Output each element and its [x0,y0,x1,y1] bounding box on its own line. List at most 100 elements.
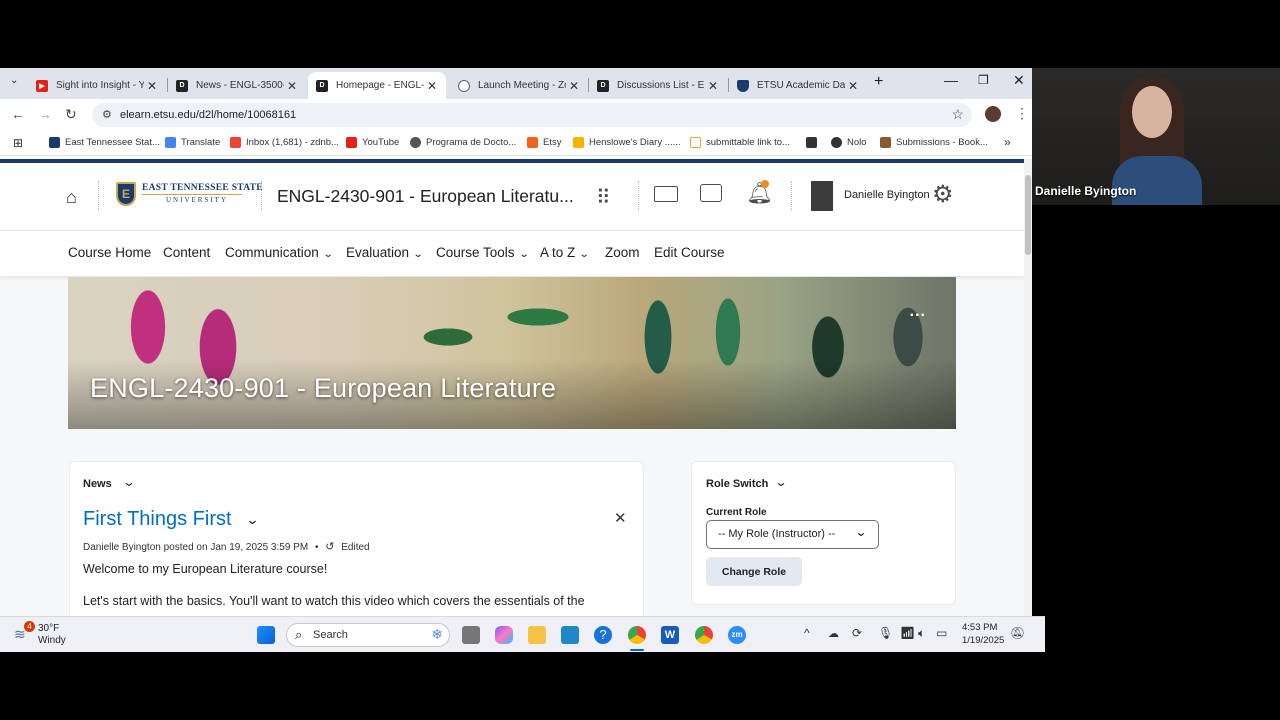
close-tab-icon[interactable]: ✕ [284,79,300,93]
video-participant-tile: Danielle Byington [1032,68,1280,205]
nav-a-to-z[interactable]: A to Z ⌄ [540,245,590,260]
bookmark-etsy[interactable]: Etsy [527,137,561,148]
profile-avatar-icon[interactable] [985,106,1001,122]
nav-course-tools[interactable]: Course Tools ⌄ [436,245,530,260]
role-menu-chevron-icon[interactable]: ⌄ [774,475,787,489]
bookmark-translate[interactable]: Translate [165,137,220,148]
new-tab-icon[interactable]: + [874,73,883,91]
tab-label: Homepage - ENGL-2 [336,80,424,91]
close-tab-icon[interactable]: ✕ [705,79,721,93]
bookmark-youtube[interactable]: YouTube [346,137,399,148]
file-explorer-icon[interactable] [528,626,546,644]
banner-options-icon[interactable]: ... [910,303,926,321]
tab-strip: ⌄ ▶ Sight into Insight - Yo ✕ D News - E… [0,68,1032,99]
tab-homepage-engl-2430[interactable]: D Homepage - ENGL-2 ✕ [308,72,446,99]
news-heading: News [83,478,112,490]
chat-icon[interactable] [700,184,722,202]
nav-communication[interactable]: Communication ⌄ [225,245,333,260]
nav-edit-course[interactable]: Edit Course [654,245,725,260]
bookmark-submittable[interactable]: submittable link to... [690,137,790,148]
nav-zoom[interactable]: Zoom [605,245,640,260]
tab-launch-meeting-zoom[interactable]: Launch Meeting - Zo ✕ [450,72,588,99]
clock-date[interactable]: 1/19/2025 [962,635,1004,646]
course-selector-grid-icon[interactable]: ⠿ [596,185,611,210]
nav-evaluation[interactable]: Evaluation ⌄ [346,245,424,260]
chrome-icon[interactable] [628,626,646,644]
course-title[interactable]: ENGL-2430-901 - European Literatu... [277,186,574,207]
bookmark-nolo[interactable]: Nolo [831,137,867,148]
tab-discussions-list[interactable]: D Discussions List - EN ✕ [589,72,727,99]
volume-icon[interactable]: 🔈︎ [918,626,925,641]
close-window-icon[interactable]: ✕ [1013,72,1025,89]
reload-icon[interactable]: ↻ [65,106,77,123]
close-tab-icon[interactable]: ✕ [845,79,861,93]
translate-icon [165,137,176,148]
zoom-app-icon[interactable]: zm [728,626,746,644]
restore-icon[interactable]: ❐ [978,73,989,87]
etsu-icon [49,137,60,148]
chrome-profile-icon[interactable] [695,626,713,644]
site-info-icon[interactable]: ⚙ [102,108,112,121]
sync-icon[interactable]: ⟳ [852,626,862,640]
nav-content[interactable]: Content [163,245,210,260]
bookmark-etsu[interactable]: East Tennessee Stat... [49,137,160,148]
news-menu-chevron-icon[interactable]: ⌄ [122,475,135,489]
etsy-icon [527,137,538,148]
chevron-down-icon: ⌄ [518,249,530,260]
bookmark-inbox[interactable]: Inbox (1,681) - zdnb... [230,137,339,148]
minimize-icon[interactable]: — [944,72,958,88]
close-tab-icon[interactable]: ✕ [566,79,582,93]
news-post-title[interactable]: First Things First [83,508,232,531]
change-role-button[interactable]: Change Role [706,557,802,586]
post-menu-chevron-icon[interactable]: ⌄ [245,512,259,528]
copilot-icon[interactable] [495,626,513,644]
bookmark-submissions[interactable]: Submissions - Book... [880,137,988,148]
clock-time[interactable]: 4:53 PM [962,622,997,633]
tab-search-chevron-icon[interactable]: ⌄ [10,75,18,86]
tray-overflow-icon[interactable]: ^ [804,626,810,640]
apps-grid-icon[interactable]: ⊞ [13,136,23,150]
tab-sight-into-insight[interactable]: ▶ Sight into Insight - Yo ✕ [28,72,166,99]
store-icon[interactable] [561,626,579,644]
user-avatar[interactable] [811,181,833,211]
tab-etsu-academic-dates[interactable]: ETSU Academic Date ✕ [729,72,867,99]
user-name[interactable]: Danielle Byington [844,189,930,201]
more-bookmarks-icon[interactable]: » [1004,135,1011,149]
back-icon[interactable]: ← [11,106,25,122]
notifications-icon[interactable]: 🔕︎ [1010,626,1025,640]
task-view-icon[interactable] [462,626,480,644]
course-navbar: Course Home Content Communication ⌄ Evalu… [0,231,1024,276]
weather-badge: 4 [24,621,35,632]
mail-icon[interactable] [654,186,678,202]
role-select[interactable]: -- My Role (Instructor) -- ⌄ [706,520,879,549]
home-icon[interactable]: ⌂ [66,187,77,208]
wifi-icon[interactable]: 📶︎ [900,626,915,640]
etsu-logo[interactable]: E EAST TENNESSEE STATE UNIVERSITY [116,179,263,209]
battery-icon[interactable]: ▭ [936,626,947,640]
close-tab-icon[interactable]: ✕ [144,79,160,93]
bookmark-programa[interactable]: Programa de Docto... [410,137,516,148]
onedrive-icon[interactable]: ☁ [828,627,839,640]
windows-taskbar: ≋ 4 30°F Windy ⌕ Search ❄ ? W zm ^ ☁ ⟳ 🎙… [0,616,1045,652]
settings-gear-icon[interactable]: ⚙ [932,180,954,209]
taskbar-search[interactable]: ⌕ Search ❄ [286,623,450,647]
page-scrollbar[interactable] [1024,159,1032,616]
windows-start-icon[interactable] [257,626,275,644]
forward-icon[interactable]: → [38,106,52,122]
browser-menu-icon[interactable]: ⋮ [1015,105,1029,122]
url-field[interactable]: ⚙ elearn.etsu.edu/d2l/home/10068161 ☆ [92,103,972,127]
tab-news-engl-3500[interactable]: D News - ENGL-3500-9 ✕ [168,72,306,99]
blogger-icon [573,137,584,148]
bookmark-unnamed[interactable] [806,137,822,148]
close-tab-icon[interactable]: ✕ [424,79,440,93]
microphone-icon[interactable]: 🎙︎ [878,626,893,640]
bookmark-star-icon[interactable]: ☆ [951,106,964,123]
weather-desc[interactable]: Windy [38,635,66,646]
word-icon[interactable]: W [661,626,679,644]
dismiss-news-icon[interactable]: ✕ [614,509,627,527]
bookmark-henslowe[interactable]: Henslowe's Diary ...... [573,137,681,148]
help-icon[interactable]: ? [594,626,612,644]
weather-temp[interactable]: 30°F [38,623,59,634]
nav-course-home[interactable]: Course Home [68,245,151,260]
d2l-page: ⌂ E EAST TENNESSEE STATE UNIVERSITY ENGL… [0,159,1024,616]
